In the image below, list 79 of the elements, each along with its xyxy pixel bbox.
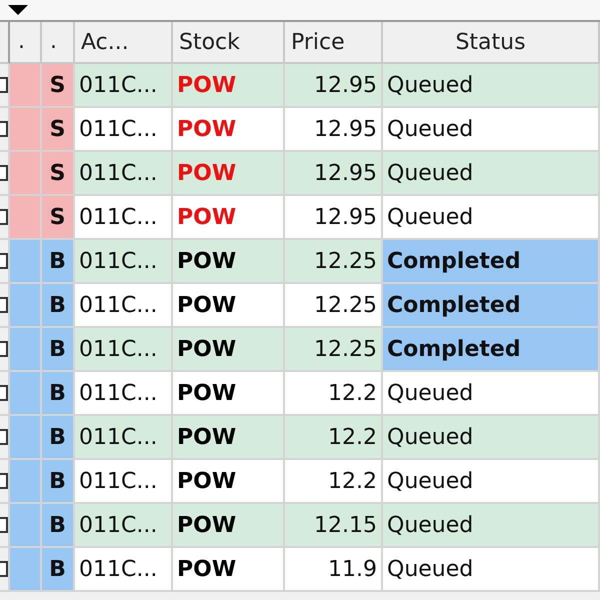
column-header[interactable]: Status xyxy=(383,22,600,64)
price-cell: 12.2 xyxy=(285,372,383,416)
side-cell: B xyxy=(42,504,75,548)
status-cell: Queued xyxy=(383,548,600,592)
row-checkbox[interactable] xyxy=(0,209,8,225)
price-cell: 12.2 xyxy=(285,416,383,460)
status-cell: Queued xyxy=(383,108,600,152)
row-checkbox[interactable] xyxy=(0,121,8,137)
account-cell: 011C... xyxy=(75,240,173,284)
row-checkbox[interactable] xyxy=(0,297,8,313)
account-cell: 011C... xyxy=(75,372,173,416)
status-cell: Queued xyxy=(383,196,600,240)
stock-cell: POW xyxy=(173,372,285,416)
dropdown-arrow-icon[interactable] xyxy=(8,5,28,15)
column-header[interactable]: Stock xyxy=(173,22,285,64)
status-cell: Completed xyxy=(383,328,600,372)
status-cell: Queued xyxy=(383,504,600,548)
stock-cell: POW xyxy=(173,416,285,460)
row-checkbox[interactable] xyxy=(0,77,8,93)
price-cell: 12.15 xyxy=(285,504,383,548)
account-cell: 011C... xyxy=(75,284,173,328)
side-cell: B xyxy=(42,240,75,284)
row-checkbox[interactable] xyxy=(0,429,8,445)
price-cell: 12.2 xyxy=(285,460,383,504)
price-cell: 12.25 xyxy=(285,284,383,328)
row-checkbox[interactable] xyxy=(0,341,8,357)
account-cell: 011C... xyxy=(75,152,173,196)
account-cell: 011C... xyxy=(75,504,173,548)
side-cell: B xyxy=(42,372,75,416)
row-checkbox[interactable] xyxy=(0,385,8,401)
column-header[interactable]: . xyxy=(10,22,42,64)
account-cell: 011C... xyxy=(75,460,173,504)
price-cell: 11.9 xyxy=(285,548,383,592)
account-cell: 011C... xyxy=(75,416,173,460)
row-checkbox[interactable] xyxy=(0,561,8,577)
account-cell: 011C... xyxy=(75,64,173,108)
side-cell: B xyxy=(42,460,75,504)
status-cell: Queued xyxy=(383,64,600,108)
status-cell: Queued xyxy=(383,372,600,416)
status-cell: Queued xyxy=(383,460,600,504)
price-cell: 12.25 xyxy=(285,240,383,284)
stock-cell: POW xyxy=(173,504,285,548)
status-cell: Completed xyxy=(383,284,600,328)
row-checkbox[interactable] xyxy=(0,165,8,181)
stock-cell: POW xyxy=(173,284,285,328)
column-header[interactable]: Price xyxy=(285,22,383,64)
column-header[interactable]: . xyxy=(42,22,75,64)
side-cell: S xyxy=(42,196,75,240)
price-cell: 12.95 xyxy=(285,196,383,240)
row-checkbox[interactable] xyxy=(0,473,8,489)
side-cell: S xyxy=(42,108,75,152)
stock-cell: POW xyxy=(173,196,285,240)
side-cell: B xyxy=(42,284,75,328)
stock-cell: POW xyxy=(173,460,285,504)
side-cell: B xyxy=(42,416,75,460)
stock-cell: POW xyxy=(173,152,285,196)
status-cell: Queued xyxy=(383,416,600,460)
status-cell: Queued xyxy=(383,152,600,196)
row-checkbox[interactable] xyxy=(0,517,8,533)
account-cell: 011C... xyxy=(75,328,173,372)
stock-cell: POW xyxy=(173,548,285,592)
side-cell: S xyxy=(42,152,75,196)
price-cell: 12.95 xyxy=(285,152,383,196)
stock-cell: POW xyxy=(173,64,285,108)
price-cell: 12.95 xyxy=(285,64,383,108)
price-cell: 12.25 xyxy=(285,328,383,372)
side-cell: S xyxy=(42,64,75,108)
price-cell: 12.95 xyxy=(285,108,383,152)
status-cell: Completed xyxy=(383,240,600,284)
stock-cell: POW xyxy=(173,108,285,152)
row-checkbox[interactable] xyxy=(0,253,8,269)
account-cell: 011C... xyxy=(75,196,173,240)
account-cell: 011C... xyxy=(75,548,173,592)
stock-cell: POW xyxy=(173,240,285,284)
column-header[interactable]: Ac... xyxy=(75,22,173,64)
stock-cell: POW xyxy=(173,328,285,372)
side-cell: B xyxy=(42,548,75,592)
account-cell: 011C... xyxy=(75,108,173,152)
side-cell: B xyxy=(42,328,75,372)
